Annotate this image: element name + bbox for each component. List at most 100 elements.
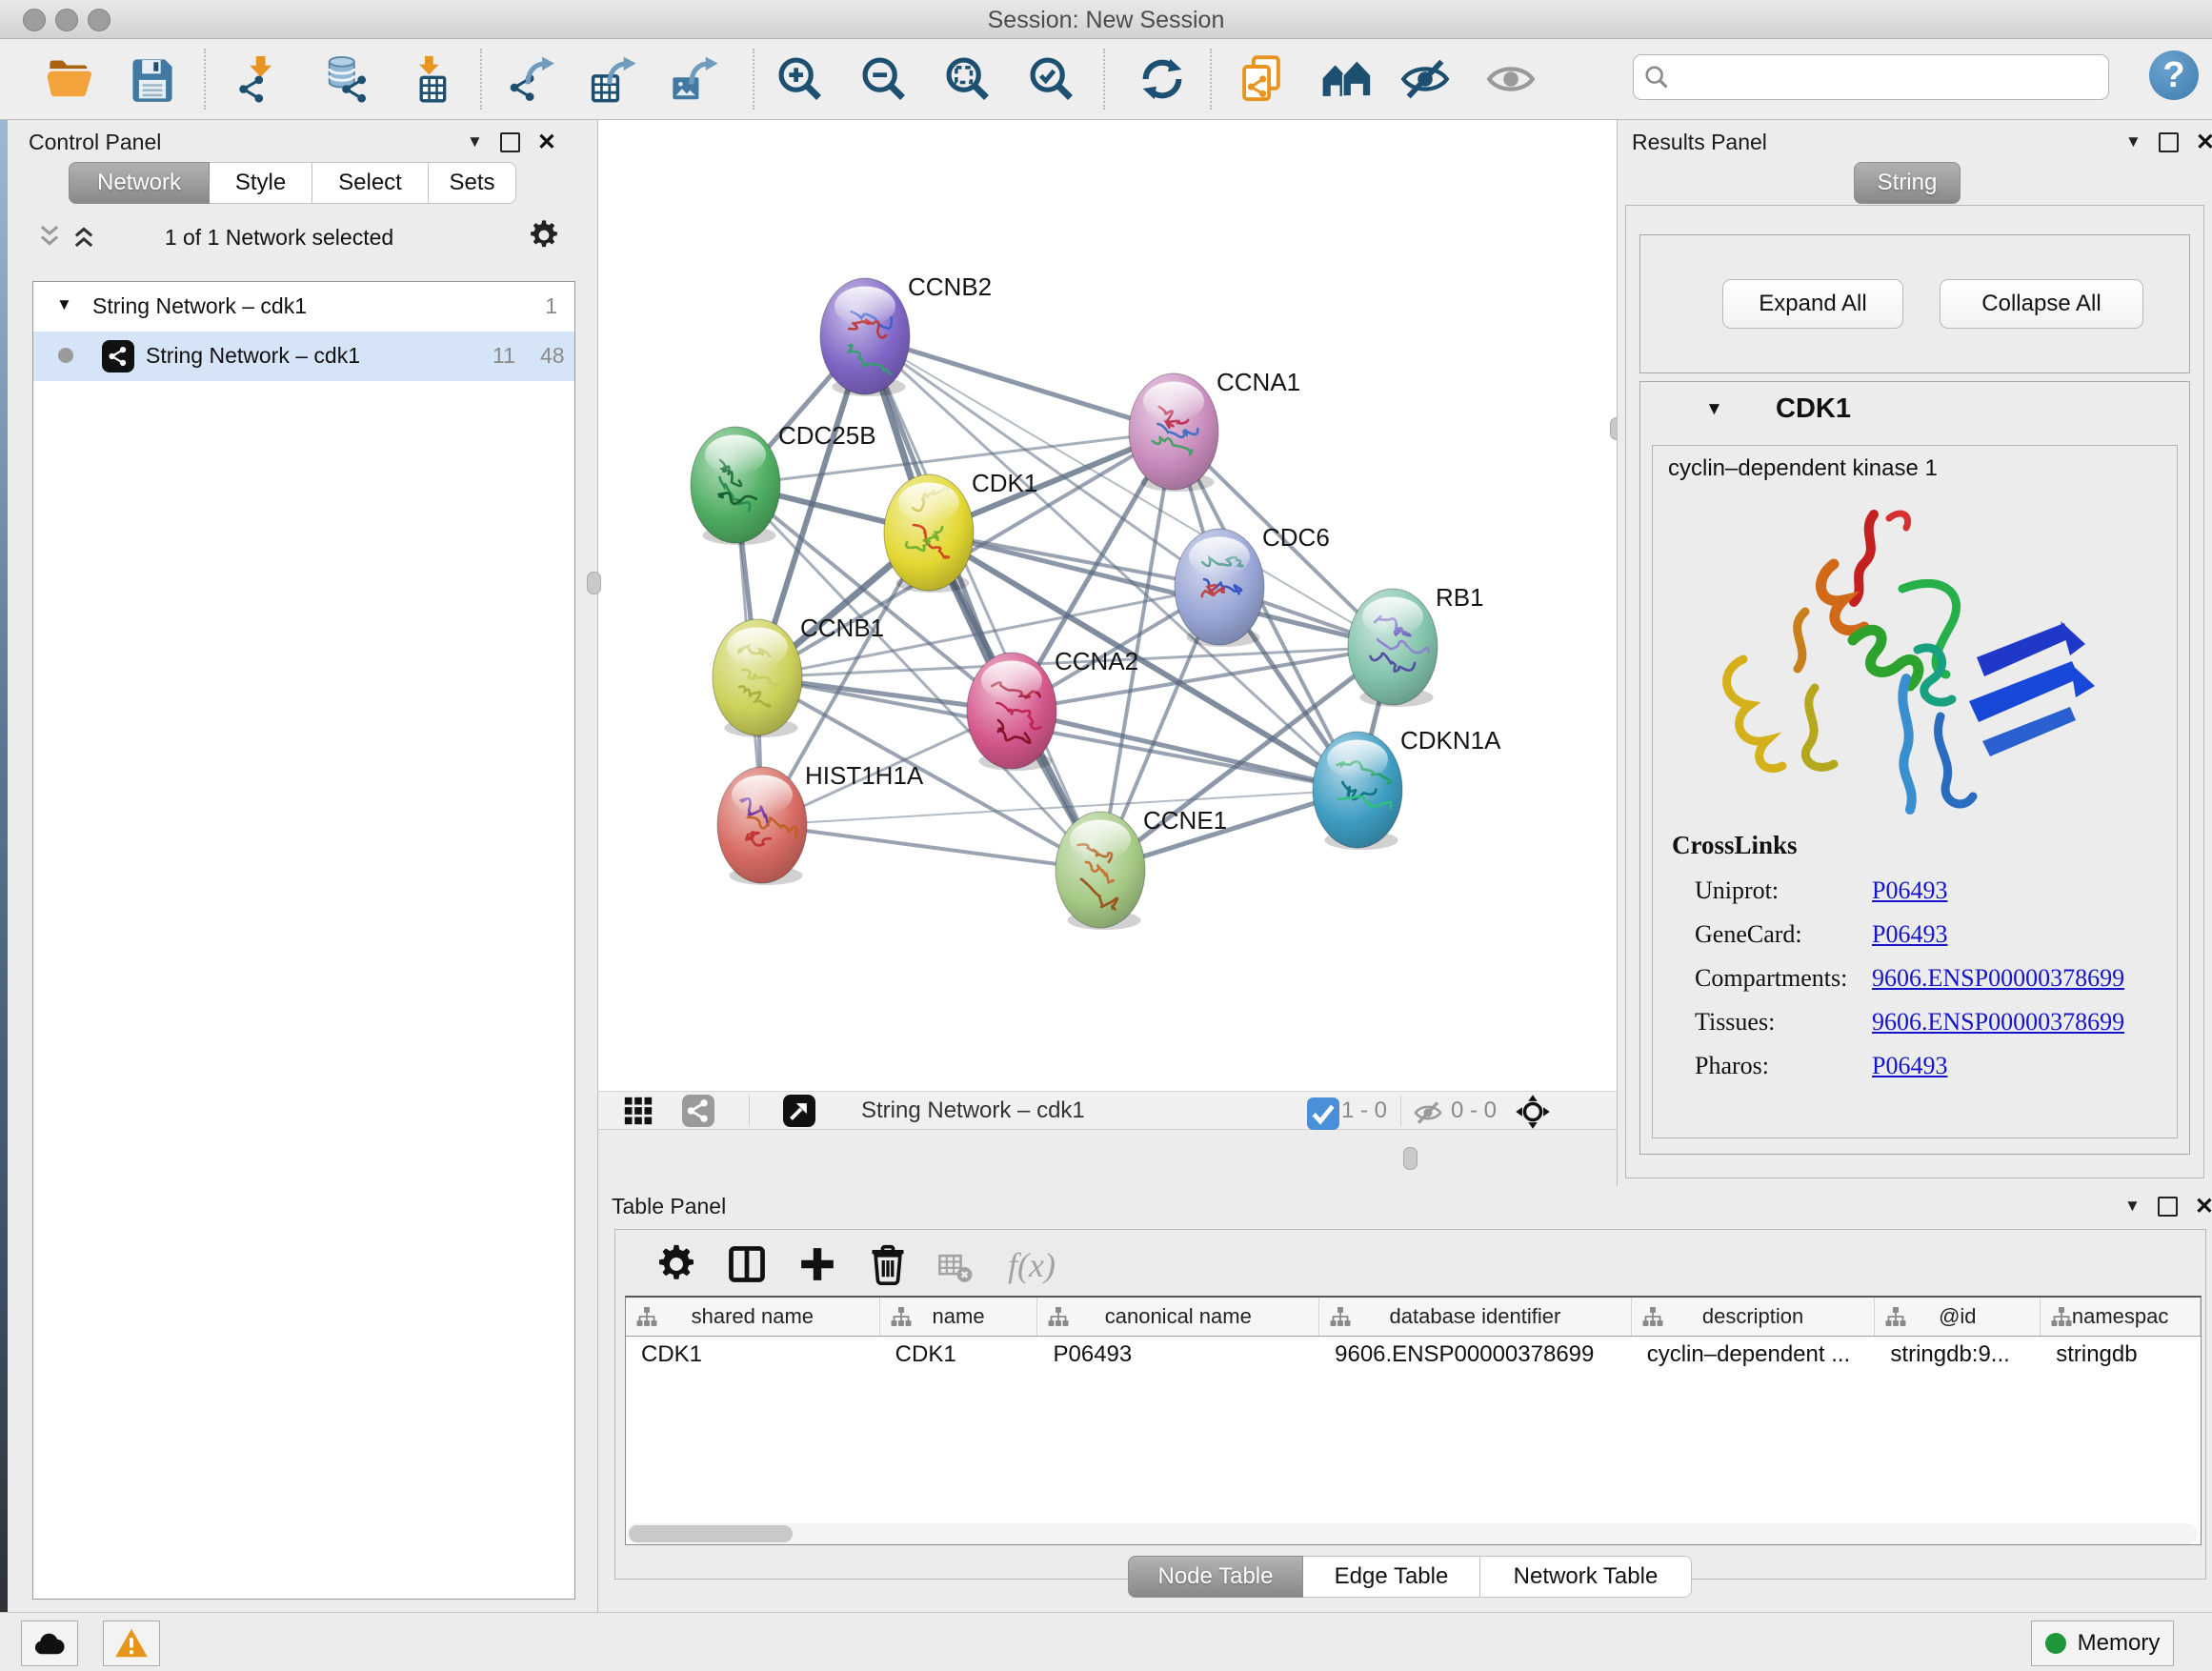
crosslink-link[interactable]: P06493 <box>1872 1052 1947 1080</box>
export-image-button[interactable] <box>667 52 720 106</box>
network-node-CCNB2[interactable]: CCNB2 <box>820 272 992 396</box>
column-header-canonical-name[interactable]: canonical name <box>1037 1298 1319 1336</box>
horizontal-splitter[interactable] <box>598 1130 1617 1186</box>
column-type-icon <box>1329 1305 1352 1328</box>
warnings-button[interactable] <box>103 1621 160 1666</box>
tab-edge-table[interactable]: Edge Table <box>1303 1556 1480 1598</box>
add-column-icon[interactable] <box>796 1243 838 1285</box>
hidden-eye-slash-icon[interactable] <box>1414 1098 1442 1127</box>
import-network-from-database-button[interactable] <box>314 52 375 106</box>
network-node-HIST1H1A[interactable]: HIST1H1A <box>717 761 924 885</box>
splitter-grip[interactable] <box>1403 1147 1418 1170</box>
scrollbar-thumb[interactable] <box>629 1525 793 1542</box>
tab-style[interactable]: Style <box>210 162 312 204</box>
expand-all-button[interactable]: Expand All <box>1722 279 1903 329</box>
table-cell[interactable]: cyclin–dependent ... <box>1632 1337 1876 1372</box>
table-cell[interactable]: CDK1 <box>626 1337 880 1372</box>
zoom-out-button[interactable] <box>857 52 911 106</box>
gene-collapse-caret-icon[interactable]: ▼ <box>1705 399 1723 420</box>
import-table-button[interactable] <box>404 52 457 106</box>
network-node-CDC6[interactable]: CDC6 <box>1175 523 1330 647</box>
table-options-gear-icon[interactable] <box>655 1243 697 1285</box>
export-table-button[interactable] <box>585 52 638 106</box>
zoom-fit-button[interactable] <box>941 52 995 106</box>
network-node-CCNB1[interactable]: CCNB1 <box>713 614 884 737</box>
crosslink-link[interactable]: P06493 <box>1872 920 1947 949</box>
panel-float-icon[interactable] <box>2159 132 2179 152</box>
help-button[interactable]: ? <box>2149 50 2199 100</box>
network-share-icon[interactable] <box>682 1095 714 1127</box>
zoom-in-button[interactable] <box>774 52 827 106</box>
column-header-shared-name[interactable]: shared name <box>626 1298 880 1336</box>
collapse-all-button[interactable]: Collapse All <box>1940 279 2143 329</box>
tab-sets[interactable]: Sets <box>429 162 516 204</box>
hide-selected-button[interactable] <box>1398 52 1452 106</box>
apply-style-button[interactable] <box>1136 52 1189 106</box>
network-collection-row[interactable]: ▼ String Network – cdk1 1 <box>33 282 574 332</box>
column-header-namespac[interactable]: namespac <box>2041 1298 2201 1336</box>
tab-network[interactable]: Network <box>69 162 210 204</box>
network-canvas[interactable]: CCNB2CCNA1CDC25BCDK1CDC6RB1CCNB1CCNA2CDK… <box>598 120 1617 1091</box>
tab-select[interactable]: Select <box>312 162 429 204</box>
network-node-CDK1[interactable]: CDK1 <box>884 469 1037 593</box>
memory-button[interactable]: Memory <box>2031 1621 2174 1666</box>
column-header--id[interactable]: @id <box>1875 1298 2041 1336</box>
panel-menu-icon[interactable]: ▼ <box>467 132 483 151</box>
export-network-button[interactable] <box>505 52 558 106</box>
panel-menu-icon[interactable]: ▼ <box>2124 1197 2141 1216</box>
save-session-button[interactable] <box>126 52 179 106</box>
import-network-icon <box>234 54 284 104</box>
tab-network-table[interactable]: Network Table <box>1480 1556 1692 1598</box>
panel-close-icon[interactable]: ✕ <box>537 134 556 151</box>
network-node-RB1[interactable]: RB1 <box>1348 583 1484 707</box>
crosslink-label: Uniprot: <box>1695 876 1872 905</box>
panel-close-icon[interactable]: ✕ <box>2195 1198 2212 1215</box>
crosslink-link[interactable]: P06493 <box>1872 876 1947 905</box>
column-header-description[interactable]: description <box>1632 1298 1876 1336</box>
search-input[interactable] <box>1678 63 2099 91</box>
table-cell[interactable]: CDK1 <box>880 1337 1038 1372</box>
fit-selected-crosshair-icon[interactable] <box>1515 1094 1551 1130</box>
table-horizontal-scrollbar[interactable] <box>627 1523 2198 1544</box>
import-network-button[interactable] <box>232 52 286 106</box>
table-cell[interactable]: stringdb <box>2041 1337 2201 1372</box>
network-node-CCNA2[interactable]: CCNA2 <box>967 647 1138 771</box>
zoom-selected-button[interactable] <box>1025 52 1078 106</box>
cloud-status-button[interactable] <box>21 1621 78 1666</box>
show-all-button[interactable] <box>1484 52 1538 106</box>
clone-network-button[interactable] <box>1235 52 1288 106</box>
open-file-button[interactable] <box>44 52 97 106</box>
function-builder-icon: f(x) <box>1008 1245 1056 1285</box>
left-splitter-grip[interactable] <box>587 572 601 594</box>
expand-all-networks-icon[interactable] <box>70 223 97 250</box>
network-node-CDKN1A[interactable]: CDKN1A <box>1313 726 1501 850</box>
birds-eye-grid-icon[interactable] <box>622 1095 654 1127</box>
table-cell[interactable]: 9606.ENSP00000378699 <box>1319 1337 1632 1372</box>
delete-column-trash-icon[interactable] <box>867 1243 909 1285</box>
panel-float-icon[interactable] <box>500 132 520 152</box>
gene-header-row[interactable]: ▼ CDK1 <box>1640 382 2189 443</box>
column-header-name[interactable]: name <box>880 1298 1038 1336</box>
panel-float-icon[interactable] <box>2158 1197 2178 1217</box>
panel-menu-icon[interactable]: ▼ <box>2125 132 2142 151</box>
column-header-database-identifier[interactable]: database identifier <box>1319 1298 1632 1336</box>
network-selection-summary: 1 of 1 Network selected <box>122 225 436 251</box>
crosslink-link[interactable]: 9606.ENSP00000378699 <box>1872 964 2124 993</box>
table-cell[interactable]: P06493 <box>1037 1337 1319 1372</box>
network-options-gear-icon[interactable] <box>528 219 560 252</box>
panel-close-icon[interactable]: ✕ <box>2196 134 2212 151</box>
tree-expand-caret-icon[interactable]: ▼ <box>56 295 72 314</box>
network-node-CCNE1[interactable]: CCNE1 <box>1056 806 1227 930</box>
network-graph[interactable]: CCNB2CCNA1CDC25BCDK1CDC6RB1CCNB1CCNA2CDK… <box>598 120 1617 1091</box>
first-neighbors-button[interactable] <box>1317 52 1376 106</box>
selected-checkbox-icon[interactable] <box>1307 1097 1333 1123</box>
tab-string[interactable]: String <box>1854 162 1961 204</box>
collapse-all-networks-icon[interactable] <box>36 223 63 250</box>
open-in-window-icon[interactable] <box>783 1095 815 1127</box>
table-cell[interactable]: stringdb:9... <box>1875 1337 2041 1372</box>
tab-node-table[interactable]: Node Table <box>1128 1556 1303 1598</box>
show-columns-icon[interactable] <box>726 1243 768 1285</box>
network-row-selected[interactable]: String Network – cdk1 11 48 <box>33 332 574 381</box>
crosslink-link[interactable]: 9606.ENSP00000378699 <box>1872 1008 2124 1037</box>
table-row[interactable]: CDK1CDK1P064939606.ENSP00000378699cyclin… <box>626 1337 2201 1372</box>
